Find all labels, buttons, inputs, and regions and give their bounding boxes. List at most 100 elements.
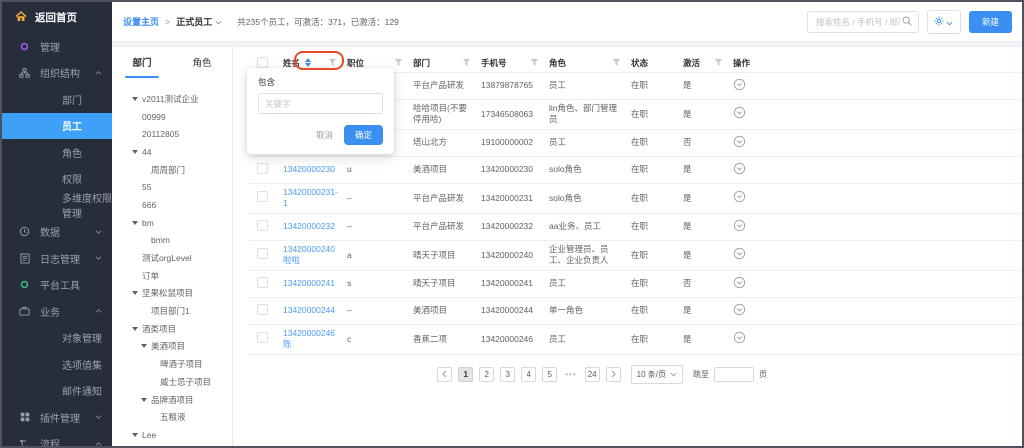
sidebar-item[interactable]: 日志管理 (2, 245, 112, 272)
sidebar-item[interactable]: 角色 (2, 139, 112, 166)
sidebar-item[interactable]: 流程 (2, 431, 112, 448)
page-button[interactable]: 4 (521, 367, 536, 382)
filter-keyword-input[interactable] (258, 93, 383, 114)
cell-phone: 13420000241 (481, 275, 549, 292)
funnel-icon[interactable] (394, 58, 403, 67)
tree-node[interactable]: 20112805 (112, 125, 232, 143)
sidebar-item[interactable]: 平台工具 (2, 272, 112, 299)
sidebar-item[interactable]: 数据 (2, 219, 112, 246)
tree-node[interactable]: 五粮液 (112, 408, 232, 426)
tree-node[interactable]: 测试orgLevel (112, 249, 232, 267)
row-actions-icon[interactable] (733, 303, 746, 316)
sidebar-item[interactable]: 插件管理 (2, 404, 112, 431)
tree-node[interactable]: 订单 (112, 267, 232, 285)
tree-node[interactable]: 周周部门 (112, 161, 232, 179)
tree-node[interactable]: 00999 (112, 108, 232, 126)
funnel-icon[interactable] (612, 58, 621, 67)
tree-expand-icon[interactable] (132, 221, 142, 225)
page-button[interactable]: 24 (585, 367, 600, 382)
row-checkbox[interactable] (257, 220, 268, 231)
funnel-icon[interactable] (530, 58, 539, 67)
sidebar-item[interactable]: 对象管理 (2, 325, 112, 352)
row-actions-icon[interactable] (733, 106, 746, 119)
filter-confirm-button[interactable]: 确定 (344, 125, 383, 145)
row-actions-icon[interactable] (733, 219, 746, 232)
row-checkbox[interactable] (257, 332, 268, 343)
search-input[interactable] (814, 16, 902, 28)
sidebar-item[interactable]: 业务 (2, 298, 112, 325)
row-checkbox[interactable] (257, 163, 268, 174)
sidebar-menu: 管理组织结构部门员工角色权限多维度权限管理数据日志管理平台工具业务对象管理选项值… (2, 33, 112, 448)
tree-expand-icon[interactable] (132, 97, 142, 101)
tree-node[interactable]: 啤酒子项目 (112, 355, 232, 373)
tree-node[interactable]: 酒类项目 (112, 320, 232, 338)
page-size-select[interactable]: 10 条/页 (631, 365, 683, 384)
funnel-icon[interactable] (714, 58, 723, 67)
sidebar-item[interactable]: 邮件通知 (2, 378, 112, 405)
tree-node[interactable]: 666 (112, 196, 232, 214)
tree-expand-icon[interactable] (141, 398, 151, 402)
tree-node[interactable]: bmm (112, 232, 232, 250)
settings-dropdown-button[interactable] (927, 10, 961, 34)
page-button[interactable]: 2 (479, 367, 494, 382)
sidebar-item[interactable]: 多维度权限管理 (2, 192, 112, 219)
tree-expand-icon[interactable] (132, 327, 142, 331)
tree-tab[interactable]: 部门 (112, 55, 172, 77)
sort-icon[interactable] (305, 58, 311, 67)
employee-name-link[interactable]: 13420000241 (283, 275, 347, 292)
back-home-button[interactable]: 返回首页 (2, 2, 112, 33)
sidebar-item[interactable]: 员工 (2, 113, 112, 140)
employee-name-link[interactable]: 13420000230 (283, 161, 347, 178)
tree-node[interactable]: Lee (112, 426, 232, 444)
employee-name-link[interactable]: 13420000240啦啦 (283, 241, 347, 270)
tree-expand-icon[interactable] (132, 433, 142, 437)
tree-expand-icon[interactable] (141, 344, 151, 348)
funnel-icon[interactable] (328, 58, 337, 67)
tree-node[interactable]: 44 (112, 143, 232, 161)
row-actions-icon[interactable] (733, 331, 746, 344)
sidebar-item[interactable]: 组织结构 (2, 60, 112, 87)
employee-name-link[interactable]: 13420000244 (283, 302, 347, 319)
sidebar-item[interactable]: 权限 (2, 166, 112, 193)
row-checkbox[interactable] (257, 191, 268, 202)
row-checkbox[interactable] (257, 248, 268, 259)
funnel-icon[interactable] (462, 58, 471, 67)
sidebar-item[interactable]: 管理 (2, 33, 112, 60)
breadcrumb-current[interactable]: 正式员工 (176, 15, 222, 28)
row-checkbox[interactable] (257, 304, 268, 315)
tree-node[interactable]: bm (112, 214, 232, 232)
tree-node[interactable]: 项目部门1 (112, 302, 232, 320)
select-all-checkbox[interactable] (257, 57, 268, 68)
employee-name-link[interactable]: 13420000246陈 (283, 325, 347, 354)
page-button[interactable]: 1 (458, 367, 473, 382)
row-checkbox[interactable] (257, 277, 268, 288)
tree-node[interactable]: 坚果松鼠项目 (112, 285, 232, 303)
row-actions-icon[interactable] (733, 276, 746, 289)
breadcrumb-link[interactable]: 设置主页 (123, 15, 159, 28)
tree-tabs: 部门角色 (112, 55, 232, 77)
tree-node[interactable]: v2011测试企业 (112, 90, 232, 108)
employee-name-link[interactable]: 13420000231-1 (283, 184, 347, 213)
row-actions-icon[interactable] (733, 78, 746, 91)
employee-name-link[interactable]: 13420000232 (283, 218, 347, 235)
page-button[interactable]: 3 (500, 367, 515, 382)
create-button[interactable]: 新建 (969, 11, 1012, 33)
filter-cancel-button[interactable]: 取消 (316, 129, 333, 141)
page-button[interactable]: 5 (542, 367, 557, 382)
jump-page-input[interactable] (714, 367, 754, 382)
tree-node[interactable]: 55 (112, 178, 232, 196)
tree-expand-icon[interactable] (132, 150, 142, 154)
sidebar-item[interactable]: 部门 (2, 86, 112, 113)
next-page-button[interactable] (606, 367, 621, 382)
tree-node[interactable]: 品牌酒项目 (112, 391, 232, 409)
tree-node[interactable]: 威士忌子项目 (112, 373, 232, 391)
row-actions-icon[interactable] (733, 162, 746, 175)
row-actions-icon[interactable] (733, 247, 746, 260)
sidebar-item[interactable]: 选项值集 (2, 351, 112, 378)
tree-expand-icon[interactable] (132, 291, 142, 295)
row-actions-icon[interactable] (733, 135, 746, 148)
row-actions-icon[interactable] (733, 190, 746, 203)
tree-tab[interactable]: 角色 (172, 55, 232, 77)
tree-node[interactable]: 美酒项目 (112, 338, 232, 356)
prev-page-button[interactable] (437, 367, 452, 382)
